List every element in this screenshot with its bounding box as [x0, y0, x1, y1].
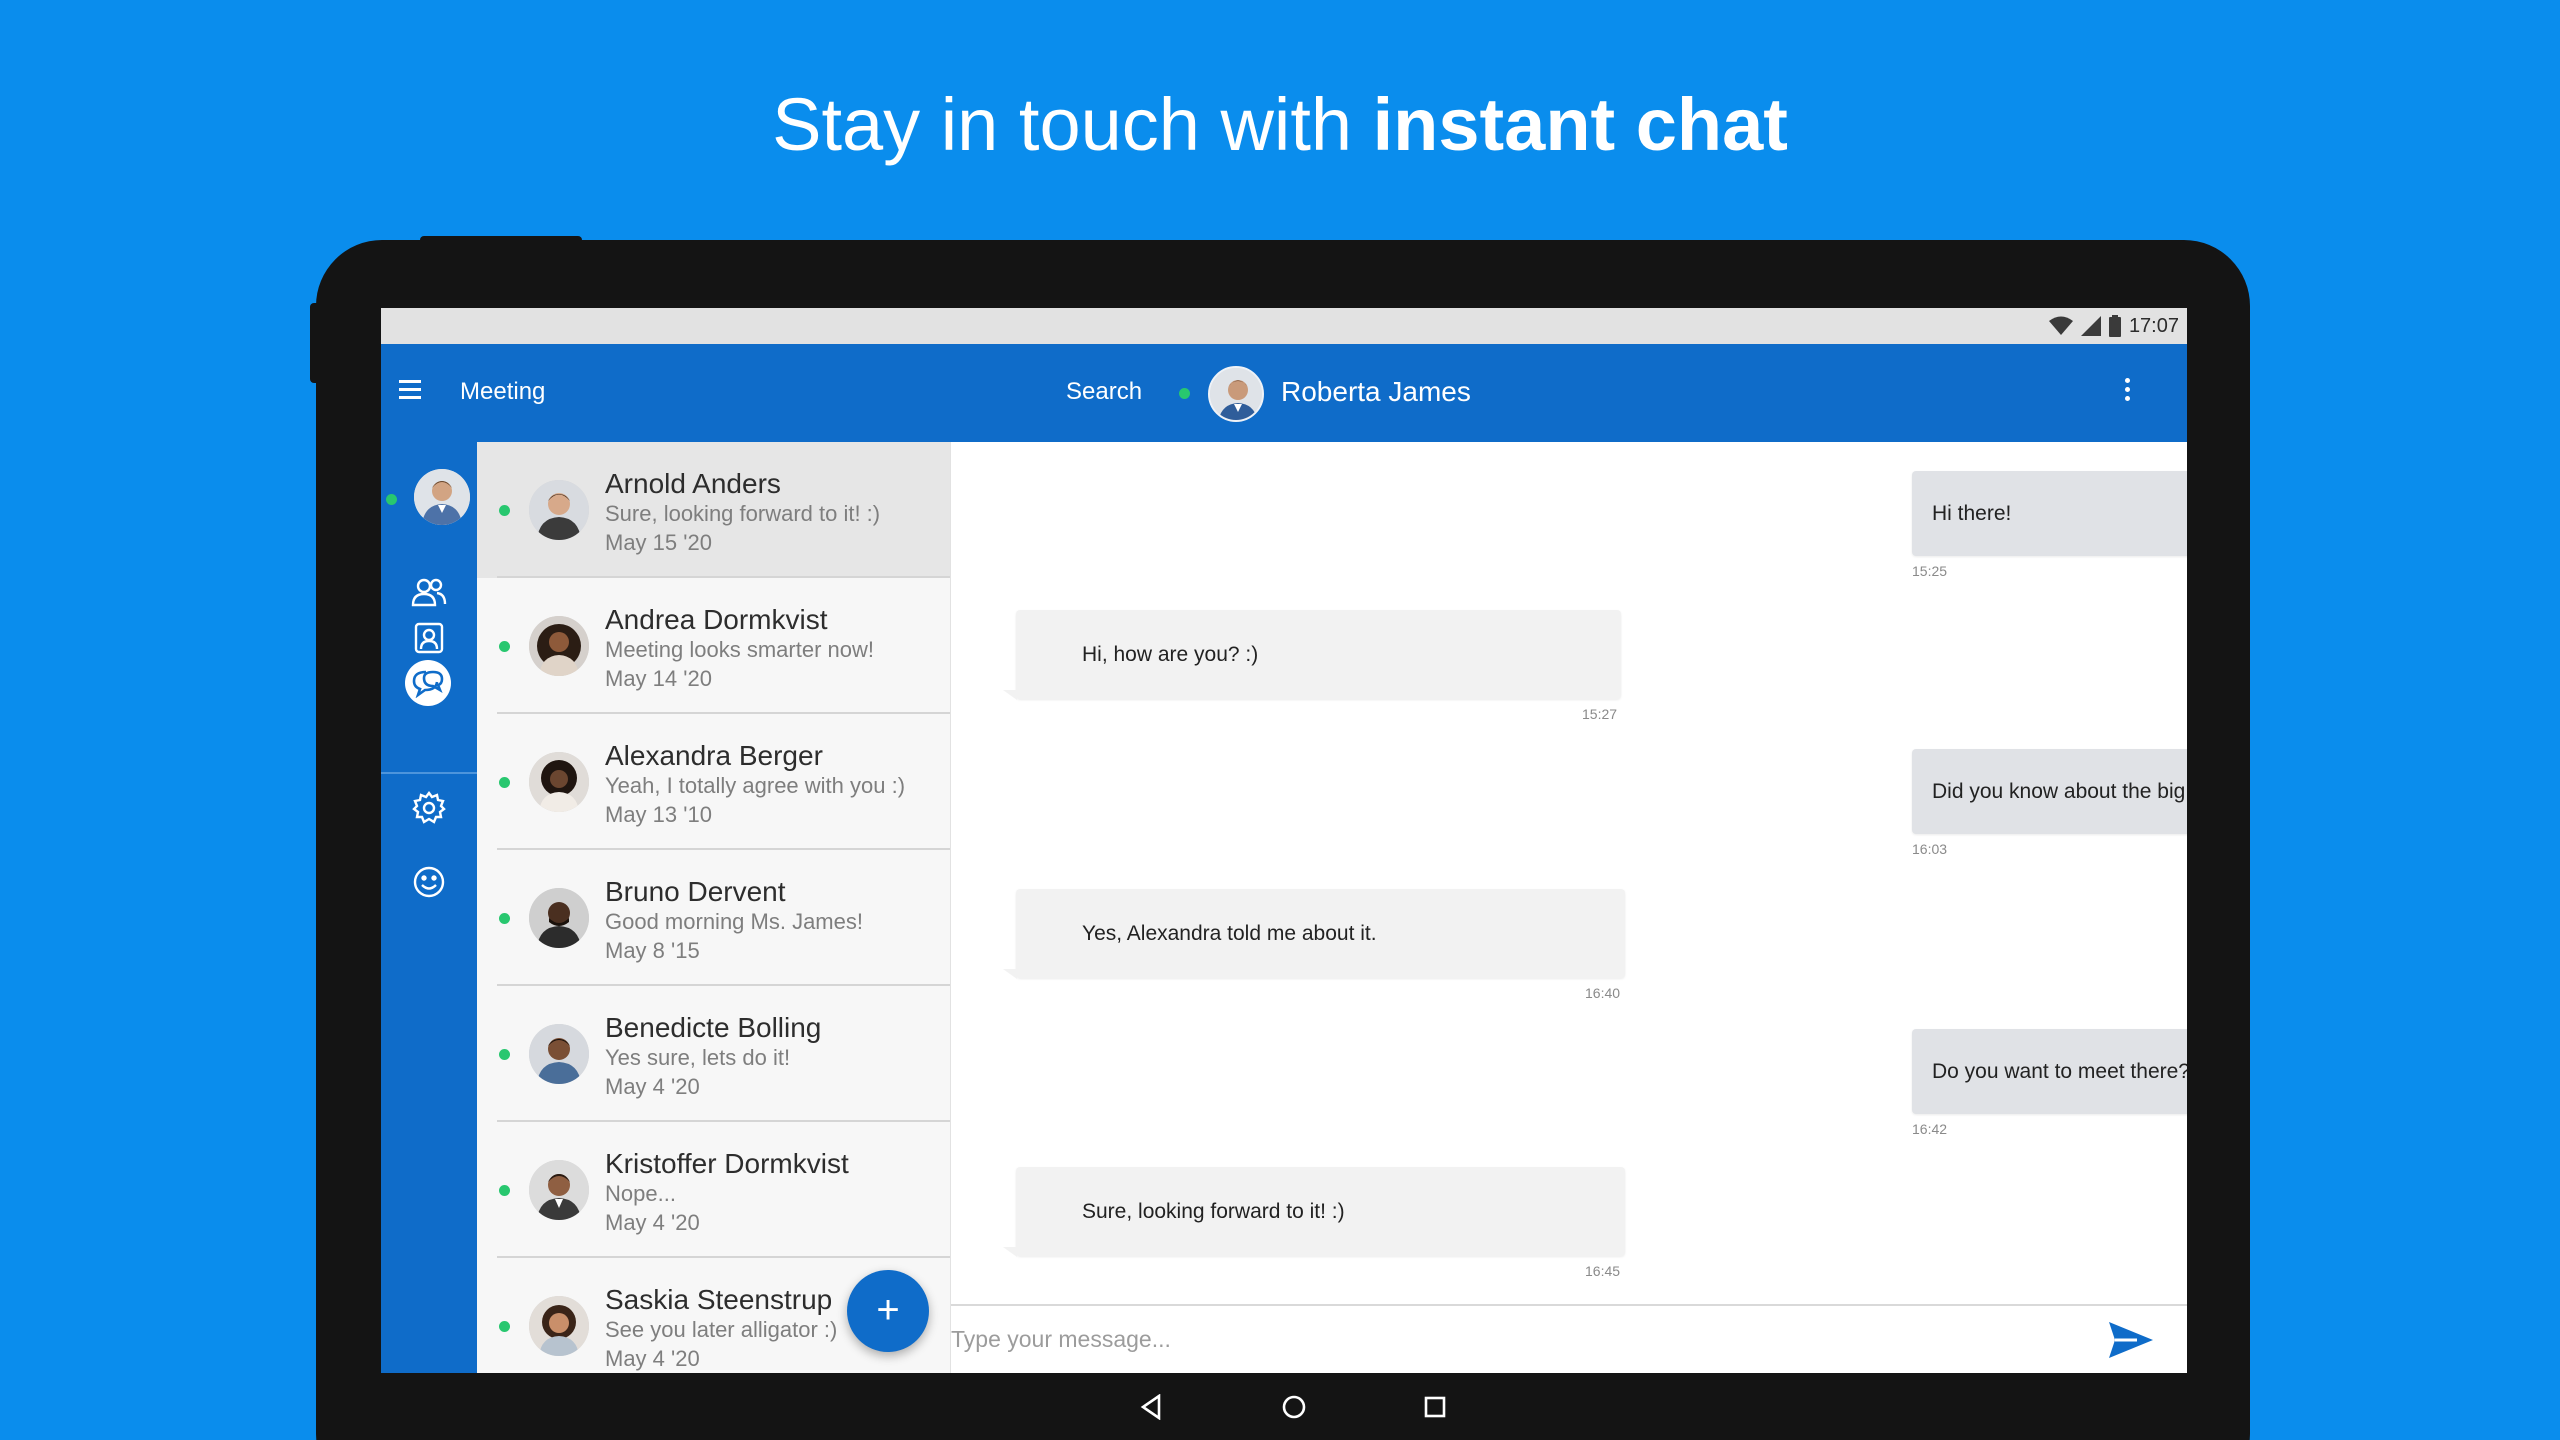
conversation-date: May 13 '10	[605, 802, 712, 827]
conversation-preview: Yeah, I totally agree with you :)	[605, 773, 906, 798]
contact-name: Roberta James	[1281, 376, 1471, 407]
message-timestamp: 16:40	[1585, 985, 1621, 1001]
conversation-preview: Yes sure, lets do it!	[605, 1045, 791, 1070]
status-bar: 17:07	[381, 308, 2187, 344]
message-timestamp: 16:03	[1912, 841, 1948, 857]
conversation-name: Saskia Steenstrup	[605, 1284, 833, 1315]
online-status-dot	[386, 494, 397, 505]
conversation-item[interactable]: Alexandra Berger Yeah, I totally agree w…	[477, 714, 950, 850]
avatar	[529, 888, 589, 948]
message-text: Do you want to meet there?	[1932, 1059, 2187, 1083]
message-text: Did you know about the big event in the …	[1932, 779, 2187, 803]
chat-icon[interactable]	[405, 660, 451, 706]
app-bar: Meeting Search Roberta James	[381, 344, 2187, 442]
online-status-dot	[499, 913, 510, 924]
conversation-item[interactable]: Bruno Dervent Good morning Ms. James! Ma…	[477, 850, 950, 986]
message-bubble-incoming: Hi, how are you? :)	[1003, 610, 1621, 700]
recents-icon[interactable]	[1417, 1389, 1453, 1425]
headline-light: Stay in touch with	[772, 83, 1373, 166]
app-title: Meeting	[460, 378, 546, 405]
message-bubble-outgoing: Do you want to meet there?	[1912, 1029, 2187, 1114]
new-conversation-button[interactable]: +	[847, 1270, 929, 1352]
conversation-date: May 15 '20	[605, 530, 712, 555]
signal-icon	[2080, 316, 2101, 336]
message-thread: Hi there! 15:25 Hi, how are you? :) 15:2…	[951, 442, 2187, 1304]
avatar	[529, 1024, 589, 1084]
message-input[interactable]	[951, 1314, 2051, 1364]
contact-avatar[interactable]	[1208, 366, 1264, 422]
message-timestamp: 16:45	[1585, 1263, 1621, 1279]
online-status-dot	[499, 1049, 510, 1060]
conversation-name: Bruno Dervent	[605, 876, 786, 907]
conversation-name: Benedicte Bolling	[605, 1012, 822, 1043]
message-timestamp: 16:42	[1912, 1121, 1948, 1137]
avatar	[529, 752, 589, 812]
message-timestamp: 15:25	[1912, 563, 1948, 579]
headline: Stay in touch with instant chat	[0, 75, 2560, 175]
people-icon[interactable]	[406, 569, 452, 615]
online-status-dot	[499, 505, 510, 516]
conversation-date: May 14 '20	[605, 666, 712, 691]
app-screen: 17:07 Meeting Search Roberta James Arnol…	[381, 308, 2187, 1373]
conversation-date: May 8 '15	[605, 938, 700, 963]
search-button[interactable]: Search	[1066, 378, 1142, 406]
conversation-item[interactable]: Kristoffer Dormkvist Nope... May 4 '20	[477, 1122, 950, 1258]
message-text: Sure, looking forward to it! :)	[1082, 1199, 1345, 1223]
home-icon[interactable]	[1276, 1389, 1312, 1425]
avatar	[529, 480, 589, 540]
avatar	[529, 616, 589, 676]
conversation-date: May 4 '20	[605, 1346, 700, 1371]
conversation-preview: See you later alligator :)	[605, 1317, 838, 1342]
headline-bold: instant chat	[1372, 83, 1788, 166]
hamburger-menu-icon[interactable]	[399, 380, 421, 404]
navigation-rail	[381, 442, 477, 1373]
conversation-item[interactable]: Arnold Anders Sure, looking forward to i…	[477, 442, 950, 578]
avatar	[529, 1160, 589, 1220]
message-bubble-outgoing: Did you know about the big event in the …	[1912, 749, 2187, 834]
conversation-list: Arnold Anders Sure, looking forward to i…	[477, 442, 951, 1373]
avatar	[529, 1296, 589, 1356]
conversation-name: Alexandra Berger	[605, 740, 823, 771]
message-bubble-incoming: Sure, looking forward to it! :)	[1003, 1167, 1625, 1257]
conversation-name: Andrea Dormkvist	[605, 604, 828, 635]
send-icon[interactable]	[2107, 1320, 2155, 1360]
online-status-dot	[499, 777, 510, 788]
conversation-name: Kristoffer Dormkvist	[605, 1148, 849, 1179]
online-status-dot	[499, 1321, 510, 1332]
message-text: Hi, how are you? :)	[1082, 642, 1259, 666]
message-text: Yes, Alexandra told me about it.	[1082, 921, 1377, 945]
online-status-dot	[499, 641, 510, 652]
message-bubble-incoming: Yes, Alexandra told me about it.	[1003, 889, 1625, 979]
status-time: 17:07	[2128, 314, 2179, 337]
conversation-preview: Sure, looking forward to it! :)	[605, 501, 881, 526]
wifi-icon	[2048, 316, 2073, 335]
online-status-dot	[499, 1185, 510, 1196]
conversation-preview: Meeting looks smarter now!	[605, 637, 874, 662]
conversation-preview: Good morning Ms. James!	[605, 909, 863, 934]
conversation-date: May 4 '20	[605, 1210, 700, 1235]
conversation-item[interactable]: Andrea Dormkvist Meeting looks smarter n…	[477, 578, 950, 714]
smiley-icon[interactable]	[406, 859, 452, 905]
online-status-dot	[1179, 388, 1190, 399]
message-text: Hi there!	[1932, 501, 2012, 525]
rail-divider	[381, 772, 477, 774]
system-navigation-bar	[381, 1373, 2187, 1440]
contacts-icon[interactable]	[406, 615, 452, 661]
settings-icon[interactable]	[406, 785, 452, 831]
more-options-icon[interactable]	[2122, 378, 2132, 406]
battery-icon	[2108, 315, 2121, 337]
conversation-date: May 4 '20	[605, 1074, 700, 1099]
conversation-name: Arnold Anders	[605, 468, 781, 499]
back-icon[interactable]	[1133, 1389, 1169, 1425]
message-bubble-outgoing: Hi there!	[1912, 471, 2187, 556]
message-composer	[951, 1304, 2187, 1373]
conversation-item[interactable]: Benedicte Bolling Yes sure, lets do it! …	[477, 986, 950, 1122]
user-avatar[interactable]	[414, 469, 470, 525]
message-timestamp: 15:27	[1582, 706, 1618, 722]
conversation-preview: Nope...	[605, 1181, 676, 1206]
